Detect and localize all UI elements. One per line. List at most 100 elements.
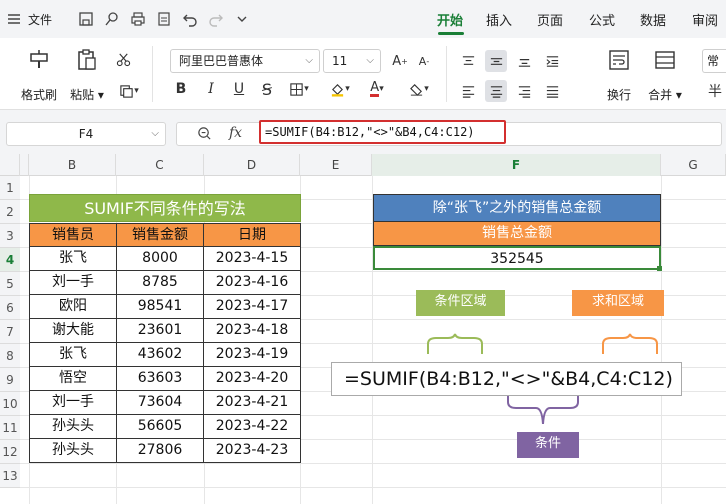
cell-date[interactable]: 2023-4-21 [204,391,301,415]
cell-salesperson[interactable]: 张飞 [29,343,117,367]
copy-icon[interactable]: ▾ [114,80,144,102]
align-right-icon[interactable] [513,80,535,102]
cell-salesperson[interactable]: 欧阳 [29,295,117,319]
row-header-5[interactable]: 5 [0,272,20,296]
row-header-4[interactable]: 4 [0,248,20,272]
align-center-icon[interactable] [485,80,507,102]
font-size-select[interactable]: 11 ⌵ [323,49,381,73]
fill-handle[interactable] [657,266,662,271]
row-header-10[interactable]: 10 [0,392,20,416]
cell-total-sales-value[interactable]: 352545 [373,246,661,270]
cell-salesperson[interactable]: 孙头头 [29,415,117,439]
increase-font-icon[interactable]: A + [389,50,411,72]
print-icon[interactable] [128,9,148,29]
tab-formulas[interactable]: 公式 [589,10,615,29]
cell-date[interactable]: 2023-4-18 [204,319,301,343]
cell-amount[interactable]: 8785 [117,271,204,295]
row-header-11[interactable]: 11 [0,416,20,440]
tab-home[interactable]: 开始 [437,10,463,29]
row-header-8[interactable]: 8 [0,344,20,368]
header-date[interactable]: 日期 [204,223,301,247]
redo-icon[interactable] [206,9,226,29]
cell-amount[interactable]: 43602 [117,343,204,367]
row-header-1[interactable]: 1 [0,176,20,200]
menu-icon[interactable] [4,9,24,29]
tab-page[interactable]: 页面 [537,10,563,29]
cell-amount[interactable]: 23601 [117,319,204,343]
align-bottom-icon[interactable] [513,50,535,72]
header-total-sales[interactable]: 销售总金额 [373,222,661,246]
column-header-e[interactable]: E [300,154,372,176]
row-header-3[interactable]: 3 [0,224,20,248]
cell-amount[interactable]: 56605 [117,415,204,439]
wrap-text-button[interactable]: 换行 [596,44,642,103]
undo-icon[interactable] [180,9,200,29]
cell-salesperson[interactable]: 孙头头 [29,439,117,463]
cell-salesperson[interactable]: 张飞 [29,247,117,271]
format-painter-button[interactable]: 格式刷 [16,44,62,103]
underline-icon[interactable]: U [228,78,250,100]
cell-amount[interactable]: 27806 [117,439,204,463]
half-width-icon[interactable]: 半 [704,80,726,102]
row-header-9[interactable]: 9 [0,368,20,392]
strikethrough-icon[interactable]: Ꞩ [256,78,278,100]
cell-date[interactable]: 2023-4-23 [204,439,301,463]
number-format-select[interactable]: 常 [702,49,726,73]
header-salesperson[interactable]: 销售员 [29,223,117,247]
right-table-title[interactable]: 除“张飞”之外的销售总金额 [373,194,661,222]
row-header-12[interactable]: 12 [0,440,20,464]
row-header-2[interactable]: 2 [0,200,20,224]
border-icon[interactable]: ▾ [284,78,314,100]
column-header-b[interactable]: B [29,154,116,176]
align-top-icon[interactable] [457,50,479,72]
italic-icon[interactable]: I [200,78,222,100]
cell-amount[interactable]: 8000 [117,247,204,271]
header-amount[interactable]: 销售金额 [117,223,204,247]
indent-icon[interactable] [541,50,563,72]
row-header-6[interactable]: 6 [0,296,20,320]
column-header-f[interactable]: F [372,154,661,176]
formula-input[interactable]: =SUMIF(B4:B12,"<>"&B4,C4:C12) [259,120,506,144]
column-header-c[interactable]: C [116,154,204,176]
cell-amount[interactable]: 73604 [117,391,204,415]
cell-date[interactable]: 2023-4-16 [204,271,301,295]
cell-date[interactable]: 2023-4-17 [204,295,301,319]
column-header-a[interactable] [20,154,29,176]
cell-date[interactable]: 2023-4-22 [204,415,301,439]
name-box[interactable]: F4 ⌵ [6,122,166,146]
column-header-d[interactable]: D [204,154,300,176]
cell-salesperson[interactable]: 刘一手 [29,271,117,295]
tab-insert[interactable]: 插入 [486,10,512,29]
cell-salesperson[interactable]: 谢大能 [29,319,117,343]
tab-data[interactable]: 数据 [640,10,666,29]
tab-review[interactable]: 审阅 [692,10,718,29]
align-middle-icon[interactable] [485,50,507,72]
row-header-13[interactable]: 13 [0,464,20,488]
merge-button[interactable]: 合并 ▾ [640,44,690,103]
bold-icon[interactable]: B [170,78,192,100]
cell-date[interactable]: 2023-4-19 [204,343,301,367]
cell-date[interactable]: 2023-4-20 [204,367,301,391]
cell-amount[interactable]: 98541 [117,295,204,319]
spreadsheet-grid[interactable]: B C D E F G 1 2 3 4 5 6 7 8 9 10 11 12 1… [0,154,726,504]
cell-amount[interactable]: 63603 [117,367,204,391]
zoom-icon[interactable] [197,126,212,144]
justify-icon[interactable] [541,80,563,102]
row-header-7[interactable]: 7 [0,320,20,344]
file-menu[interactable]: 文件 [28,11,52,28]
print-preview-icon[interactable] [102,9,122,29]
cell-salesperson[interactable]: 刘一手 [29,391,117,415]
font-color-icon[interactable]: A ▾ [362,78,392,100]
left-table-title[interactable]: SUMIF不同条件的写法 [29,194,301,222]
clear-format-icon[interactable]: ▾ [402,78,436,100]
export-pdf-icon[interactable] [154,9,174,29]
cell-salesperson[interactable]: 悟空 [29,367,117,391]
cut-icon[interactable] [112,48,134,70]
select-all-corner[interactable] [0,154,20,176]
align-left-icon[interactable] [457,80,479,102]
paste-button[interactable]: 粘贴 ▾ [64,44,110,103]
cell-date[interactable]: 2023-4-15 [204,247,301,271]
decrease-font-icon[interactable]: A- [413,50,435,72]
fx-icon[interactable]: fx [229,125,242,141]
column-header-g[interactable]: G [661,154,726,176]
